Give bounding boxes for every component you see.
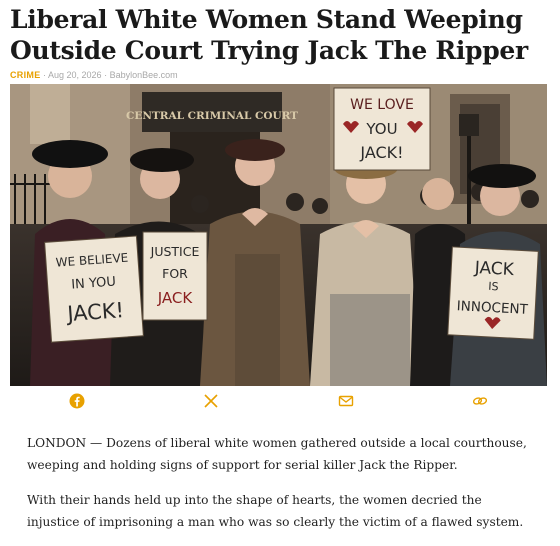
article-author: BabylonBee.com [109, 70, 178, 80]
share-email-button[interactable] [326, 388, 366, 414]
email-icon [338, 395, 353, 407]
meta-separator: · [40, 70, 49, 80]
svg-text:JACK: JACK [157, 289, 194, 307]
share-copy-link-button[interactable] [460, 388, 500, 414]
article-body: LONDON — Dozens of liberal white women g… [27, 432, 535, 546]
svg-text:IN YOU: IN YOU [71, 275, 117, 293]
sign-we-love-you-jack: WE LOVE YOU JACK! [333, 87, 431, 171]
article-date: Aug 20, 2026 [48, 70, 102, 80]
svg-text:JACK!: JACK! [64, 298, 124, 326]
svg-text:YOU: YOU [365, 120, 397, 138]
x-icon [204, 394, 218, 408]
svg-text:WE LOVE: WE LOVE [350, 97, 414, 113]
share-x-button[interactable] [191, 388, 231, 414]
svg-text:JACK!: JACK! [359, 143, 403, 162]
facebook-icon [69, 393, 85, 409]
article-meta: CRIME · Aug 20, 2026 · BabylonBee.com [10, 70, 178, 80]
svg-text:JACK: JACK [473, 258, 515, 280]
sign-justice-for-jack: JUSTICE FOR JACK [142, 231, 208, 321]
court-sign-text: CENTRAL CRIMINAL COURT [126, 110, 298, 122]
link-icon [472, 397, 487, 405]
sign-we-believe-in-you: WE BELIEVE IN YOU JACK! [44, 235, 144, 343]
svg-text:IS: IS [488, 280, 499, 294]
article-headline: Liberal White Women Stand Weeping Outsid… [10, 5, 528, 65]
article-paragraph: LONDON — Dozens of liberal white women g… [27, 436, 527, 472]
share-facebook-button[interactable] [57, 388, 97, 414]
svg-text:JUSTICE: JUSTICE [150, 244, 200, 259]
article-paragraph: With their hands held up into the shape … [27, 493, 524, 529]
share-bar [10, 386, 547, 416]
article-photo: CENTRAL CRIMINAL COURT WE LOVE YOU JACK!… [10, 84, 547, 386]
sign-jack-is-innocent: JACK IS INNOCENT [447, 246, 539, 340]
category-link[interactable]: CRIME [10, 70, 41, 80]
svg-text:FOR: FOR [162, 266, 188, 281]
